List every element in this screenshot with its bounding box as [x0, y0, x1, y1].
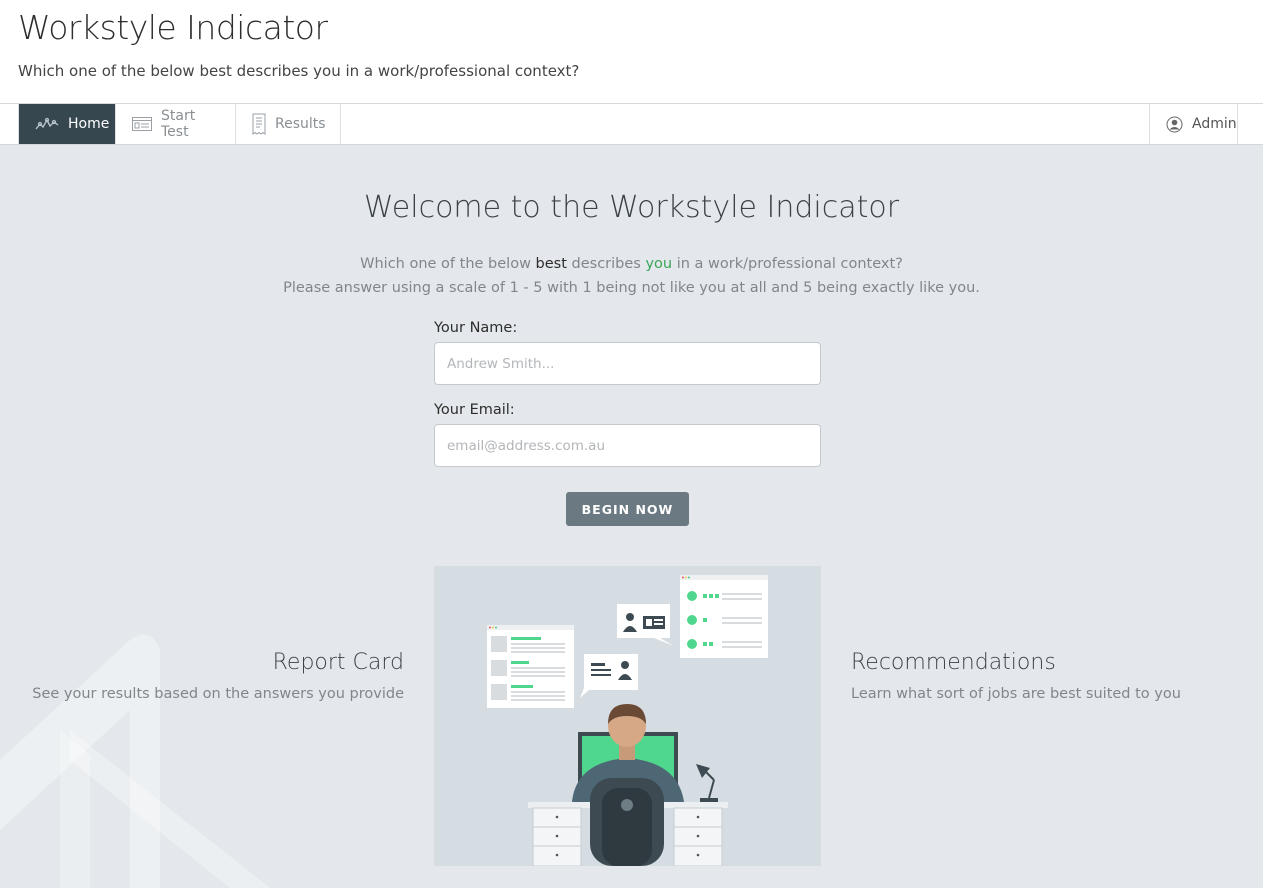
user-circle-icon: [1166, 116, 1183, 133]
report-card-graphic: [487, 625, 574, 708]
intro-best: best: [535, 256, 567, 272]
nav-item-start-test[interactable]: Start Test: [116, 104, 236, 144]
welcome-title: Welcome to the Workstyle Indicator: [363, 190, 900, 225]
email-input[interactable]: [434, 424, 821, 467]
nav-item-admin-label: Admin: [1192, 116, 1237, 132]
email-label: Your Email:: [434, 402, 515, 418]
nav-item-start-test-label: Start Test: [161, 108, 196, 140]
intro-text-1: Which one of the below: [360, 256, 536, 272]
nav-item-admin[interactable]: Admin: [1149, 104, 1238, 144]
recommendations-graphic: [680, 575, 768, 658]
nav-item-results[interactable]: Results: [236, 104, 341, 144]
intro-instructions: Please answer using a scale of 1 - 5 wit…: [283, 280, 980, 296]
intro-you: you: [645, 256, 673, 272]
background-decoration: [0, 634, 270, 888]
recommendations-title: Recommendations: [851, 650, 1056, 675]
app-subtitle: Which one of the below best describes yo…: [18, 62, 580, 80]
name-input[interactable]: [434, 342, 821, 385]
report-card-title: Report Card: [272, 650, 404, 675]
nav-item-results-label: Results: [275, 116, 326, 132]
name-label: Your Name:: [434, 320, 518, 336]
app-header: Workstyle Indicator Which one of the bel…: [0, 0, 1263, 104]
app-title: Workstyle Indicator: [18, 8, 328, 47]
form-icon: [132, 117, 152, 131]
intro-text-2: describes: [566, 256, 646, 272]
nav-item-home-label: Home: [68, 116, 110, 132]
main-nav: Home Start Test Results Admin: [0, 104, 1263, 145]
report-card-desc: See your results based on the answers yo…: [32, 686, 404, 702]
intro-text-3: in a work/professional context?: [672, 256, 903, 272]
begin-now-button[interactable]: BEGIN NOW: [566, 492, 689, 526]
workspace-illustration: [434, 566, 821, 866]
intro-question: Which one of the below best describes yo…: [0, 256, 1263, 272]
nav-item-home[interactable]: Home: [18, 104, 116, 144]
activity-icon: [35, 117, 59, 131]
recommendations-desc: Learn what sort of jobs are best suited …: [851, 686, 1181, 702]
receipt-icon: [252, 113, 266, 135]
